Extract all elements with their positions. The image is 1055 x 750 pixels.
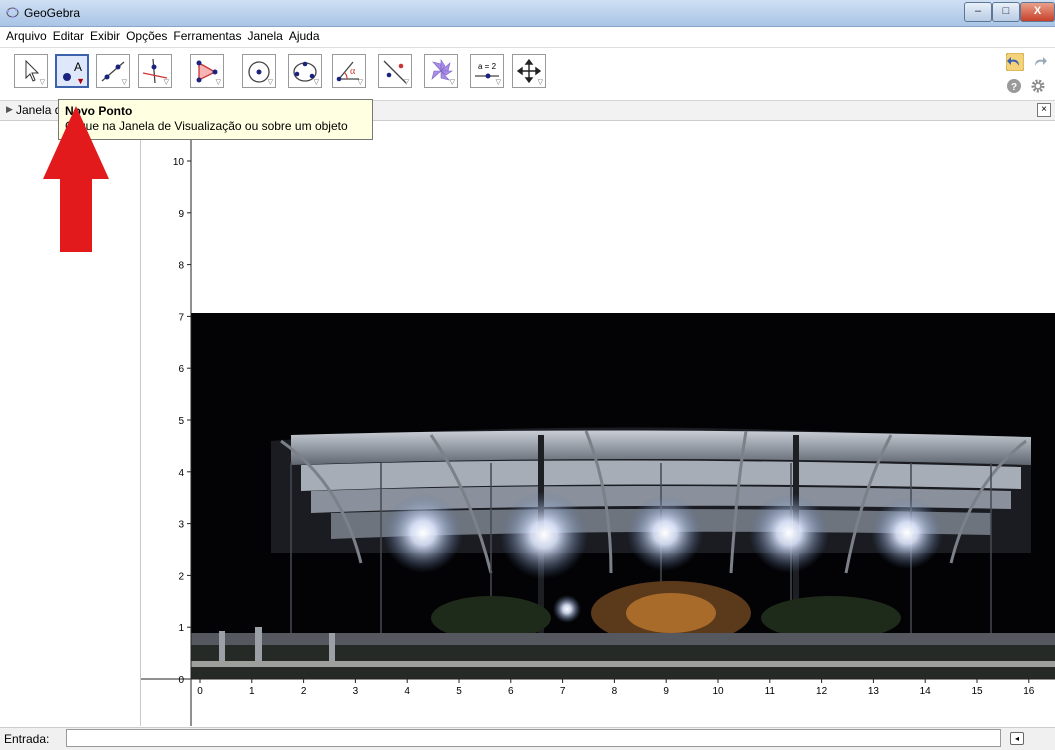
- minimize-button[interactable]: –: [964, 2, 992, 22]
- x-tick-label: 4: [404, 686, 410, 697]
- x-tick-label: 1: [249, 686, 255, 697]
- move-tool-button[interactable]: ▽: [14, 54, 48, 88]
- close-view-icon[interactable]: ×: [1037, 103, 1051, 117]
- y-tick-label: 8: [178, 261, 184, 272]
- input-bar-label: Entrada:: [4, 732, 50, 746]
- x-tick-label: 7: [560, 686, 566, 697]
- y-tick-label: 6: [178, 364, 184, 375]
- new-point-tool-button[interactable]: A ▼: [55, 54, 89, 88]
- pinwheel-tool-button[interactable]: ▽: [424, 54, 458, 88]
- input-field[interactable]: [66, 729, 1001, 747]
- conic-tool-button[interactable]: ▽: [288, 54, 322, 88]
- menu-bar: Arquivo Editar Exibir Opções Ferramentas Jane…: [0, 27, 1055, 48]
- redo-icon[interactable]: [1030, 53, 1048, 71]
- window-title-bar: GeoGebra – □ X: [0, 0, 1055, 27]
- x-tick-label: 11: [765, 686, 776, 697]
- menu-ajuda[interactable]: Ajuda: [286, 27, 323, 45]
- polygon-tool-button[interactable]: ▽: [190, 54, 224, 88]
- y-tick-label: 2: [178, 571, 184, 582]
- toolbar: ▽ A ▼ ▽ ▽ ▽ ▽ ▽ α ▽ ▽ ▽ a = 2 ▽ ▽ ?: [0, 48, 1055, 101]
- x-tick-label: 0: [197, 686, 203, 697]
- geogebra-logo-icon: [6, 7, 19, 19]
- graphics-view[interactable]: 0 1 2 3 4 5 6 7 8 9 10 11 12 13 14 15 16 0 1 2 3 4 5 6 7 8 9 10: [141, 121, 1055, 726]
- x-tick-label: 2: [301, 686, 307, 697]
- x-tick-label: 15: [971, 686, 983, 697]
- input-bar: Entrada: ◂: [0, 727, 1055, 750]
- x-tick-label: 6: [508, 686, 514, 697]
- x-tick-label: 14: [920, 686, 932, 697]
- undo-icon[interactable]: [1006, 53, 1024, 71]
- reflect-tool-button[interactable]: ▽: [378, 54, 412, 88]
- svg-text:?: ?: [1011, 82, 1017, 93]
- coordinate-axes: 0 1 2 3 4 5 6 7 8 9 10 11 12 13 14 15 16012345678910: [141, 121, 1055, 726]
- x-tick-label: 8: [612, 686, 618, 697]
- menu-exibir[interactable]: Exibir: [87, 27, 123, 45]
- menu-janela[interactable]: Janela: [244, 27, 285, 45]
- expand-triangle-icon[interactable]: ▶: [6, 104, 13, 115]
- menu-arquivo[interactable]: Arquivo: [3, 27, 50, 45]
- point-icon-letter: A: [74, 60, 82, 74]
- y-tick-label: 9: [178, 209, 184, 220]
- x-tick-label: 10: [712, 686, 724, 697]
- menu-opcoes[interactable]: Opções: [123, 27, 170, 45]
- move-graphics-tool-button[interactable]: ▽: [512, 54, 546, 88]
- x-tick-label: 5: [456, 686, 462, 697]
- y-tick-label: 3: [178, 520, 184, 531]
- help-icon[interactable]: ?: [1006, 78, 1022, 94]
- window-title: GeoGebra: [24, 6, 81, 20]
- x-tick-label: 13: [868, 686, 880, 697]
- line-tool-button[interactable]: ▽: [96, 54, 130, 88]
- y-tick-label: 0: [178, 675, 184, 686]
- y-tick-label: 1: [178, 623, 184, 634]
- perpendicular-tool-button[interactable]: ▽: [138, 54, 172, 88]
- x-tick-label: 16: [1023, 686, 1035, 697]
- x-tick-label: 12: [816, 686, 828, 697]
- slider-tool-button[interactable]: a = 2 ▽: [470, 54, 504, 88]
- close-button[interactable]: X: [1020, 2, 1055, 22]
- angle-tool-button[interactable]: α ▽: [332, 54, 366, 88]
- y-tick-label: 4: [178, 468, 184, 479]
- red-arrow-annotation: [43, 106, 109, 252]
- keyboard-toggle-icon[interactable]: ◂: [1010, 732, 1024, 745]
- circle-tool-button[interactable]: ▽: [242, 54, 276, 88]
- angle-icon-letter: α: [350, 66, 356, 77]
- y-tick-label: 7: [178, 312, 184, 323]
- menu-ferramentas[interactable]: Ferramentas: [170, 27, 244, 45]
- x-tick-label: 9: [663, 686, 669, 697]
- y-tick-label: 5: [178, 416, 184, 427]
- maximize-button[interactable]: □: [992, 2, 1020, 22]
- slider-icon-letter: a = 2: [478, 62, 497, 71]
- settings-icon[interactable]: [1030, 78, 1046, 94]
- x-tick-label: 3: [353, 686, 359, 697]
- menu-editar[interactable]: Editar: [50, 27, 87, 45]
- y-tick-label: 10: [173, 157, 185, 168]
